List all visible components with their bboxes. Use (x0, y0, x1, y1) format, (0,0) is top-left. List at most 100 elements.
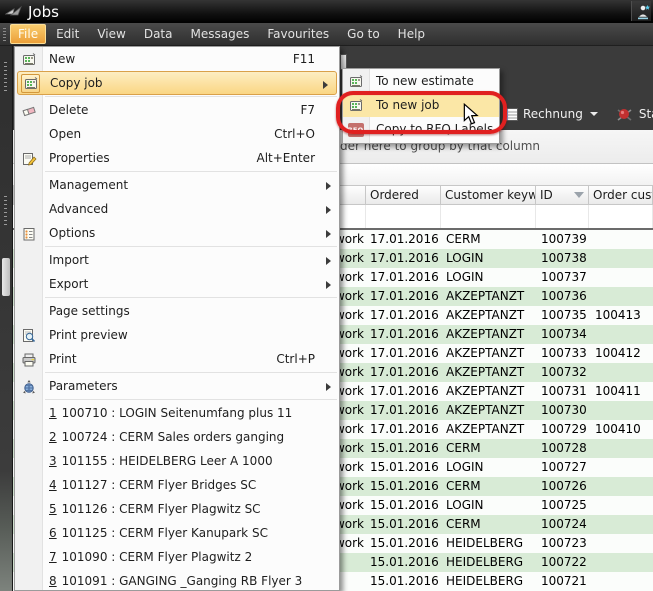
left-dock-strip (0, 46, 13, 591)
column-header-id[interactable]: ID (536, 185, 589, 205)
page-bullets-icon (20, 225, 37, 242)
cell-order-customer (589, 363, 653, 382)
menubar-item-favourites[interactable]: Favourites (259, 24, 337, 44)
cell-order-customer (589, 572, 653, 591)
submenu-arrow-icon (323, 81, 328, 89)
menubar-item-messages[interactable]: Messages (182, 24, 257, 44)
toolbar-grip-handle[interactable] (4, 196, 7, 226)
menu-item-label: Print (49, 352, 77, 366)
recent-job-label: 101126 : CERM Flyer Plagwitz SC (62, 502, 261, 516)
cell-ordered: 15.01.2016 (366, 439, 441, 458)
recent-job-number: 1 (49, 406, 57, 420)
recent-job-number: 4 (49, 478, 57, 492)
filter-cell[interactable] (536, 205, 589, 228)
column-header-order-custo[interactable]: Order custo (589, 185, 653, 205)
menu-item-new[interactable]: NewF11 (15, 47, 339, 71)
cell-id: 100730 (536, 401, 589, 420)
menubar-grip-handle[interactable] (3, 28, 6, 41)
menu-item-copy-job[interactable]: Copy job (17, 71, 337, 95)
column-header-ordered[interactable]: Ordered (366, 185, 441, 205)
menubar-item-help[interactable]: Help (390, 24, 433, 44)
cell-customer-keyword: AKZEPTANZT (441, 363, 536, 382)
cell-ordered: 15.01.2016 (366, 534, 441, 553)
user-button[interactable] (631, 1, 651, 21)
menu-item-label: Copy job (50, 76, 103, 90)
rechnung-label: Rechnung (523, 107, 583, 121)
menu-separator (45, 372, 337, 373)
column-header-customer-keyword[interactable]: Customer keyword (441, 185, 536, 205)
cell-order-customer (589, 401, 653, 420)
menu-item-label: Open (49, 127, 81, 141)
filter-cell[interactable] (589, 205, 653, 228)
submenu-item-copy-to-rfq-labels[interactable]: RFQCopy to RFQ Labels (343, 117, 499, 141)
menu-item-print[interactable]: PrintCtrl+P (15, 347, 339, 371)
cell-ordered: 17.01.2016 (366, 287, 441, 306)
recent-job-item[interactable]: 3101155 : HEIDELBERG Leer A 1000 (15, 449, 339, 473)
cell-customer-keyword: AKZEPTANZT (441, 287, 536, 306)
submenu-item-to-new-job[interactable]: To new job (343, 93, 499, 117)
menu-item-open[interactable]: OpenCtrl+O (15, 122, 339, 146)
rechnung-button[interactable]: Rechnung (497, 102, 604, 126)
cell-id: 100732 (536, 363, 589, 382)
invoice-grid-icon (503, 108, 518, 121)
cell-id: 100729 (536, 420, 589, 439)
menu-item-advanced[interactable]: Advanced (15, 197, 339, 221)
cell-order-customer (589, 268, 653, 287)
menu-item-parameters[interactable]: Parameters (15, 374, 339, 398)
rfq-icon: RFQ (347, 121, 364, 138)
chevron-down-icon (590, 112, 598, 116)
recent-job-item[interactable]: 4101127 : CERM Flyer Bridges SC (15, 473, 339, 497)
dock-scrollbar-thumb[interactable] (2, 258, 10, 296)
menu-item-import[interactable]: Import (15, 248, 339, 272)
toolbar-grip-handle[interactable] (4, 62, 7, 92)
submenu-arrow-icon (326, 257, 331, 265)
cell-order-customer: 100411 (589, 382, 653, 401)
filter-cell[interactable] (441, 205, 536, 228)
menu-item-label: Advanced (49, 202, 108, 216)
cell-id: 100727 (536, 458, 589, 477)
menu-item-properties[interactable]: PropertiesAlt+Enter (15, 146, 339, 170)
cell-ordered: 17.01.2016 (366, 344, 441, 363)
menubar-item-go-to[interactable]: Go to (339, 24, 388, 44)
filter-cell[interactable] (366, 205, 441, 228)
cell-order-customer (589, 439, 653, 458)
menu-separator (45, 399, 337, 400)
menu-item-label: Export (49, 277, 88, 291)
cell-ordered: 17.01.2016 (366, 306, 441, 325)
cell-order-customer (589, 496, 653, 515)
menu-item-delete[interactable]: DeleteF7 (15, 98, 339, 122)
menubar-item-view[interactable]: View (89, 24, 133, 44)
cell-id: 100726 (536, 477, 589, 496)
recent-job-item[interactable]: 8101091 : GANGING _Ganging RB Flyer 3 (15, 569, 339, 591)
cell-ordered: 17.01.2016 (366, 230, 441, 249)
menubar-item-data[interactable]: Data (136, 24, 181, 44)
menu-item-export[interactable]: Export (15, 272, 339, 296)
menubar-item-file[interactable]: File (10, 24, 46, 44)
page-magnifier-icon (20, 327, 37, 344)
recent-job-item[interactable]: 1 100710 : LOGIN Seitenumfang plus 11 (15, 401, 339, 425)
recent-job-label: 101155 : HEIDELBERG Leer A 1000 (62, 454, 273, 468)
menu-item-options[interactable]: Options (15, 221, 339, 245)
cell-order-customer: 100413 (589, 306, 653, 325)
recent-job-item[interactable]: 5101126 : CERM Flyer Plagwitz SC (15, 497, 339, 521)
menu-item-print-preview[interactable]: Print preview (15, 323, 339, 347)
recent-job-label: 100710 : LOGIN Seitenumfang plus 11 (62, 406, 293, 420)
submenu-arrow-icon (326, 230, 331, 238)
cell-customer-keyword: AKZEPTANZT (441, 401, 536, 420)
menu-item-management[interactable]: Management (15, 173, 339, 197)
cell-customer-keyword: CERM (441, 515, 536, 534)
cell-order-customer: 100410 (589, 420, 653, 439)
submenu-item-to-new-estimate[interactable]: To new estimate (343, 69, 499, 93)
copy-job-submenu: To new estimateTo new jobRFQCopy to RFQ … (342, 68, 500, 144)
recent-job-item[interactable]: 2100724 : CERM Sales orders ganging (15, 425, 339, 449)
cell-order-customer (589, 477, 653, 496)
recent-job-item[interactable]: 7101090 : CERM Flyer Plagwitz 2 (15, 545, 339, 569)
cell-ordered: 17.01.2016 (366, 268, 441, 287)
status-change-button[interactable]: Status änd (610, 102, 653, 126)
job-window-icon (21, 74, 40, 93)
menubar-item-edit[interactable]: Edit (48, 24, 87, 44)
menu-item-page-settings[interactable]: Page settings (15, 299, 339, 323)
recent-job-item[interactable]: 6101125 : CERM Flyer Kanupark SC (15, 521, 339, 545)
menu-item-label: Import (49, 253, 89, 267)
cell-customer-keyword: LOGIN (441, 249, 536, 268)
